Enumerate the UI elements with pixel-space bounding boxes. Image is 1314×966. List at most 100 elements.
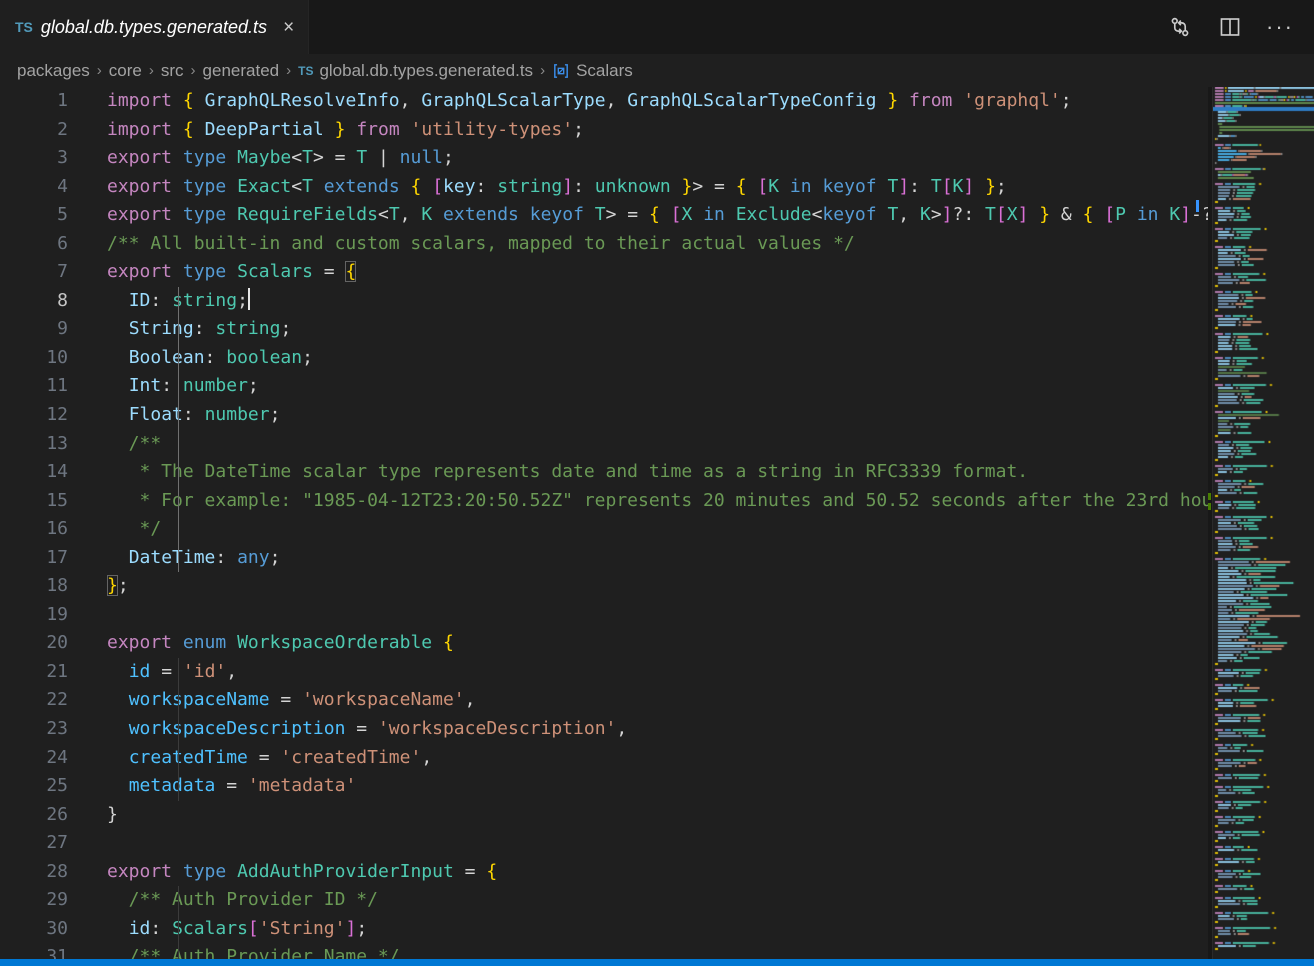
token-typ: T: [302, 176, 313, 197]
token-pun: [107, 775, 129, 796]
token-b1m: }: [107, 575, 118, 596]
token-pun: ,: [616, 718, 627, 739]
code-line[interactable]: 23 workspaceDescription = 'workspaceDesc…: [0, 715, 1208, 744]
line-number: 18: [0, 572, 68, 601]
indent-guide: [178, 487, 179, 516]
breadcrumb-item[interactable]: src: [161, 61, 184, 81]
code-line[interactable]: 5export type RequireFields<T, K extends …: [0, 201, 1208, 230]
token-b2: [: [996, 204, 1007, 225]
line-number: 31: [0, 943, 68, 959]
status-bar[interactable]: [0, 959, 1314, 966]
minimap[interactable]: [1212, 87, 1314, 959]
code-line[interactable]: 15 * For example: "1985-04-12T23:20:50.5…: [0, 487, 1208, 516]
code-line[interactable]: 14 * The DateTime scalar type represents…: [0, 458, 1208, 487]
token-typ: T: [887, 204, 898, 225]
token-b1: {: [486, 861, 497, 882]
breadcrumb-file[interactable]: TS global.db.types.generated.ts: [298, 61, 533, 81]
code-line[interactable]: 12 Float: number;: [0, 401, 1208, 430]
code-line[interactable]: 20export enum WorkspaceOrderable {: [0, 629, 1208, 658]
tab-global-db-types[interactable]: TS global.db.types.generated.ts ×: [0, 0, 309, 54]
code-line[interactable]: 21 id = 'id',: [0, 658, 1208, 687]
code-line[interactable]: 16 */: [0, 515, 1208, 544]
token-pun: [1028, 204, 1039, 225]
code-line[interactable]: 2import { DeepPartial } from 'utility-ty…: [0, 116, 1208, 145]
token-typ: K: [920, 204, 931, 225]
token-typ: K: [421, 204, 432, 225]
close-tab-icon[interactable]: ×: [283, 18, 294, 37]
line-number: 24: [0, 744, 68, 773]
code-line[interactable]: 19: [0, 601, 1208, 630]
code-content: Float: number;: [68, 401, 1208, 430]
token-pun: [1093, 204, 1104, 225]
token-pun: [660, 204, 671, 225]
code-line[interactable]: 4export type Exact<T extends { [key: str…: [0, 173, 1208, 202]
code-line[interactable]: 29 /** Auth Provider ID */: [0, 886, 1208, 915]
token-kw2: in: [703, 204, 725, 225]
code-line[interactable]: 10 Boolean: boolean;: [0, 344, 1208, 373]
code-line[interactable]: 8 ID: string;: [0, 287, 1208, 316]
token-pun: >: [931, 204, 942, 225]
tab-title: global.db.types.generated.ts: [41, 17, 267, 38]
breadcrumb-item[interactable]: core: [109, 61, 142, 81]
code-line[interactable]: 22 workspaceName = 'workspaceName',: [0, 686, 1208, 715]
indent-guide: [178, 886, 179, 915]
code-line[interactable]: 30 id: Scalars['String'];: [0, 915, 1208, 944]
token-var: ID: [129, 290, 151, 311]
code-line[interactable]: 11 Int: number;: [0, 372, 1208, 401]
code-line[interactable]: 17 DateTime: any;: [0, 544, 1208, 573]
token-b2: ]: [942, 204, 953, 225]
indent-guide: [178, 658, 179, 687]
code-line[interactable]: 6/** All built-in and custom scalars, ma…: [0, 230, 1208, 259]
code-line[interactable]: 3export type Maybe<T> = T | null;: [0, 144, 1208, 173]
code-line[interactable]: 24 createdTime = 'createdTime',: [0, 744, 1208, 773]
token-pun: ;: [248, 375, 259, 396]
breadcrumb-symbol[interactable]: Scalars: [552, 61, 633, 81]
code-line[interactable]: 7export type Scalars = {: [0, 258, 1208, 287]
token-var: Boolean: [129, 347, 205, 368]
code-content: /**: [68, 430, 1208, 459]
code-editor[interactable]: 1import { GraphQLResolveInfo, GraphQLSca…: [0, 87, 1208, 959]
code-line[interactable]: 28export type AddAuthProviderInput = {: [0, 858, 1208, 887]
token-kw2: in: [790, 176, 812, 197]
token-var: key: [443, 176, 476, 197]
token-str: 'graphql': [963, 90, 1061, 111]
token-b2: ]: [562, 176, 573, 197]
token-kw2: in: [1137, 204, 1159, 225]
code-line[interactable]: 25 metadata = 'metadata': [0, 772, 1208, 801]
code-line[interactable]: 18};: [0, 572, 1208, 601]
code-line[interactable]: 13 /**: [0, 430, 1208, 459]
token-typ: Scalars: [237, 261, 313, 282]
token-pun: [747, 176, 758, 197]
token-kw2: extends: [443, 204, 519, 225]
more-actions-icon[interactable]: ···: [1268, 15, 1292, 39]
token-b1: }: [682, 176, 693, 197]
token-pun: ,: [226, 661, 237, 682]
code-line[interactable]: 26}: [0, 801, 1208, 830]
token-b2: [: [1104, 204, 1115, 225]
token-pun: :: [215, 547, 237, 568]
code-content: Boolean: boolean;: [68, 344, 1208, 373]
token-kw: export: [107, 261, 172, 282]
token-typ: Exact: [237, 176, 291, 197]
token-b2: [: [248, 918, 259, 939]
breadcrumb-item[interactable]: packages: [17, 61, 90, 81]
code-line[interactable]: 31 /** Auth Provider Name */: [0, 943, 1208, 959]
code-line[interactable]: 1import { GraphQLResolveInfo, GraphQLSca…: [0, 87, 1208, 116]
token-typ: K: [953, 176, 964, 197]
breadcrumb-item[interactable]: generated: [203, 61, 280, 81]
line-number: 23: [0, 715, 68, 744]
token-pun: ;: [1061, 90, 1072, 111]
split-editor-icon[interactable]: [1218, 15, 1242, 39]
open-changes-icon[interactable]: [1168, 15, 1192, 39]
typescript-file-icon: TS: [15, 19, 33, 35]
code-line[interactable]: 27: [0, 829, 1208, 858]
token-pun: [107, 718, 129, 739]
token-kw: export: [107, 861, 172, 882]
code-content: }: [68, 801, 1208, 830]
code-content: * For example: "1985-04-12T23:20:50.52Z"…: [68, 487, 1208, 516]
token-var: GraphQLResolveInfo: [205, 90, 400, 111]
code-line[interactable]: 9 String: string;: [0, 315, 1208, 344]
token-pun: <: [291, 176, 302, 197]
indent-guide: [178, 372, 179, 401]
token-pun: [107, 375, 129, 396]
